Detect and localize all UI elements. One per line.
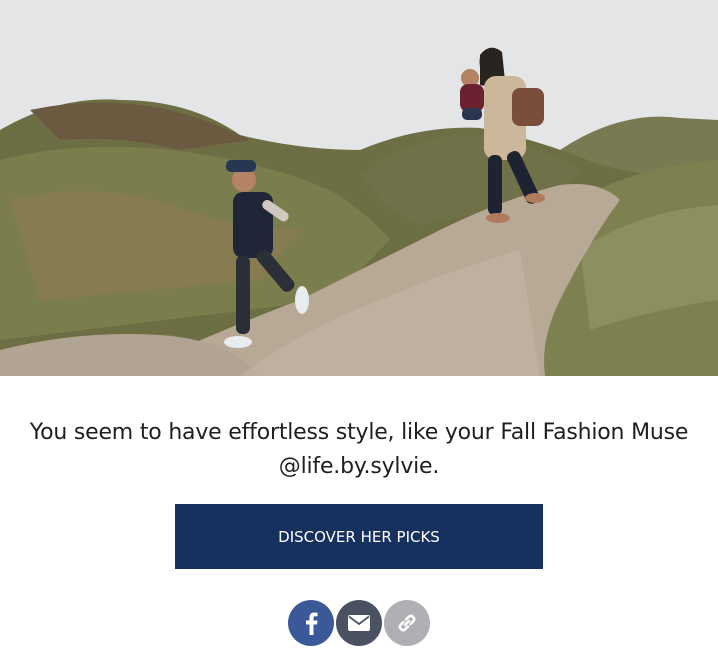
share-buttons bbox=[0, 600, 718, 646]
message-section: You seem to have effortless style, like … bbox=[0, 416, 718, 646]
link-icon bbox=[398, 614, 416, 632]
hero-illustration bbox=[0, 0, 718, 376]
email-icon bbox=[348, 615, 370, 631]
copy-link-button[interactable] bbox=[384, 600, 430, 646]
facebook-share-button[interactable] bbox=[288, 600, 334, 646]
discover-her-picks-button[interactable]: DISCOVER HER PICKS bbox=[175, 504, 543, 569]
muse-message: You seem to have effortless style, like … bbox=[29, 420, 689, 479]
email-share-button[interactable] bbox=[336, 600, 382, 646]
hero-photo bbox=[0, 0, 718, 376]
facebook-icon bbox=[306, 612, 318, 635]
